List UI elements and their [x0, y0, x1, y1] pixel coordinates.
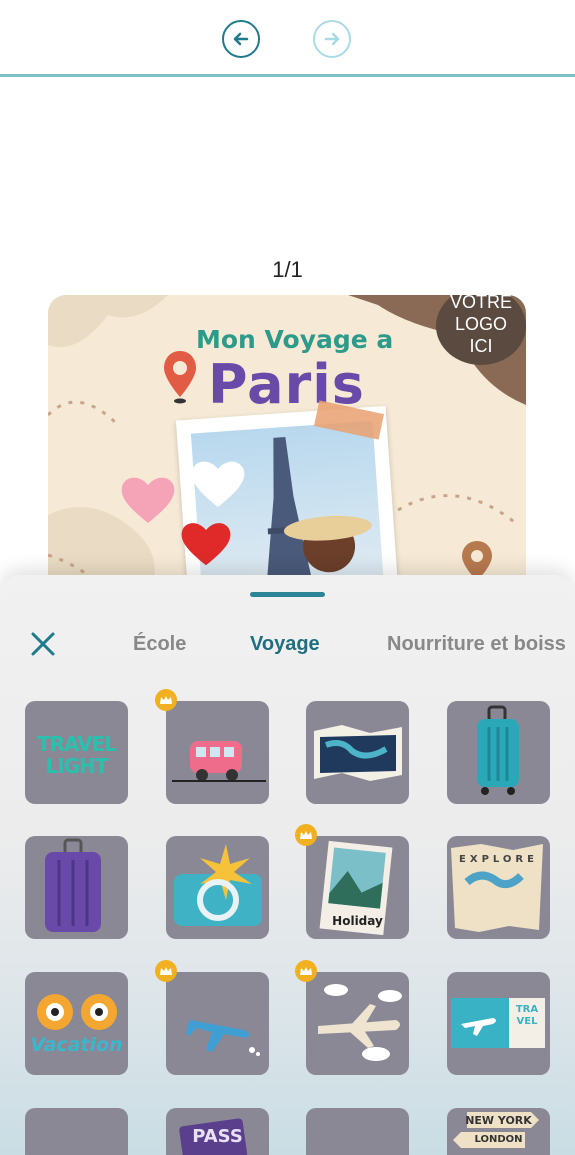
sticker-tile-vacation[interactable]: Vacation	[25, 972, 128, 1075]
redo-arrow-icon	[324, 32, 340, 46]
sign-london: LONDON	[474, 1134, 523, 1145]
sticker-sheet: École Voyage Nourriture et boiss TRAVEL …	[0, 575, 575, 1155]
pink-heart-icon	[121, 477, 175, 523]
top-toolbar	[0, 0, 575, 78]
airplane-clouds-icon	[318, 984, 402, 1061]
white-heart-icon	[191, 461, 245, 507]
undo-arrow-icon	[233, 32, 249, 46]
sticker-tile-explore[interactable]: EXPLORE	[447, 836, 550, 939]
premium-crown-icon	[155, 960, 177, 982]
toolbar-divider	[0, 74, 575, 77]
sticker-tile-partial-3[interactable]	[306, 1108, 409, 1155]
logo-line-3: ICI	[469, 336, 493, 356]
sticker-tile-airplane-blue[interactable]	[166, 972, 269, 1075]
sticker-tile-travel-ticket[interactable]: TRA VEL	[447, 972, 550, 1075]
sticker-tile-map[interactable]	[306, 701, 409, 804]
sun-suitcase-icon	[174, 844, 262, 926]
map-pin-icon	[164, 351, 196, 404]
airplane-icon	[186, 1020, 260, 1056]
vacation-text: Vacation	[30, 1034, 123, 1056]
logo-line-1: VOTRE	[449, 295, 512, 312]
passport-text: PASS	[192, 1126, 243, 1147]
travel-light-text: TRAVEL LIGHT	[36, 732, 117, 778]
premium-crown-icon	[295, 824, 317, 846]
sunglasses-icon	[37, 994, 117, 1030]
redo-button[interactable]	[313, 20, 351, 58]
bus-icon	[172, 741, 266, 782]
sticker-tile-holiday[interactable]: Holiday	[306, 836, 409, 939]
page-indicator: 1/1	[272, 257, 303, 282]
premium-crown-icon	[295, 960, 317, 982]
sticker-grid: TRAVEL LIGHT Holiday EXPLORE Vacation TR…	[0, 575, 575, 1155]
sticker-tile-teal-suitcase[interactable]	[447, 701, 550, 804]
red-heart-icon	[181, 523, 231, 566]
holiday-text: Holiday	[332, 914, 383, 928]
sticker-tile-sun-suitcase[interactable]	[166, 836, 269, 939]
sticker-tile-purple-suitcase[interactable]	[25, 836, 128, 939]
sticker-tile-bus[interactable]	[166, 701, 269, 804]
world-map-icon	[314, 725, 402, 781]
logo-line-2: LOGO	[454, 314, 507, 334]
card-subtitle[interactable]: Mon Voyage a	[196, 325, 393, 354]
logo-placeholder[interactable]: VOTRE LOGO ICI	[436, 295, 526, 365]
teal-suitcase-icon	[477, 705, 519, 795]
sticker-tile-partial-1[interactable]	[25, 1108, 128, 1155]
sticker-tile-travel-light[interactable]: TRAVEL LIGHT	[25, 701, 128, 804]
premium-crown-icon	[155, 689, 177, 711]
explore-map-icon	[451, 844, 543, 932]
sticker-tile-signpost[interactable]: NEW YORK LONDON	[447, 1108, 550, 1155]
undo-button[interactable]	[222, 20, 260, 58]
sticker-tile-passport[interactable]: PASS	[166, 1108, 269, 1155]
travel-ticket-text: TRA VEL	[515, 1004, 539, 1027]
sticker-tile-airplane-clouds[interactable]	[306, 972, 409, 1075]
explore-text: EXPLORE	[459, 854, 538, 865]
sign-new-york: NEW YORK	[465, 1114, 532, 1127]
purple-suitcase-icon	[45, 838, 101, 932]
